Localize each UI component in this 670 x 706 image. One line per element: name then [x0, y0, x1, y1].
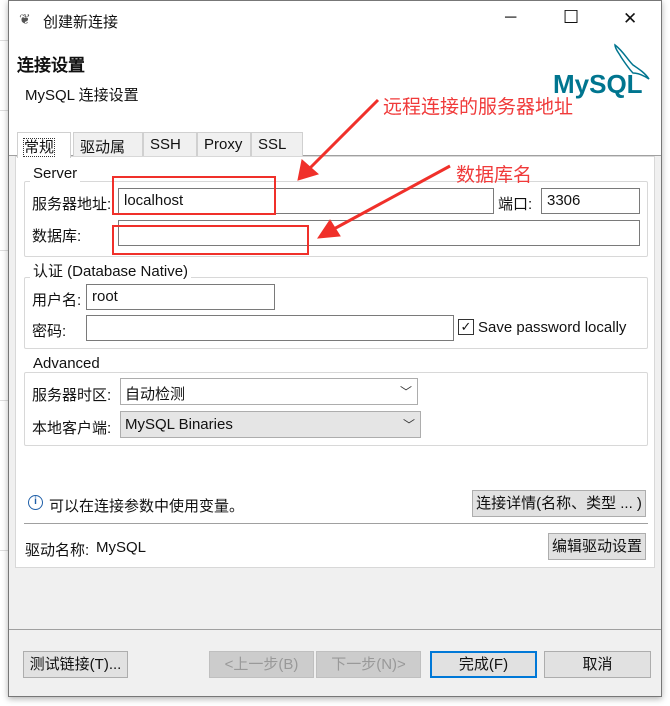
tab-general[interactable]: 常规	[17, 132, 71, 158]
arrow-to-host	[297, 98, 380, 181]
arrow-to-database	[317, 164, 451, 239]
annotation-arrows	[297, 98, 451, 239]
